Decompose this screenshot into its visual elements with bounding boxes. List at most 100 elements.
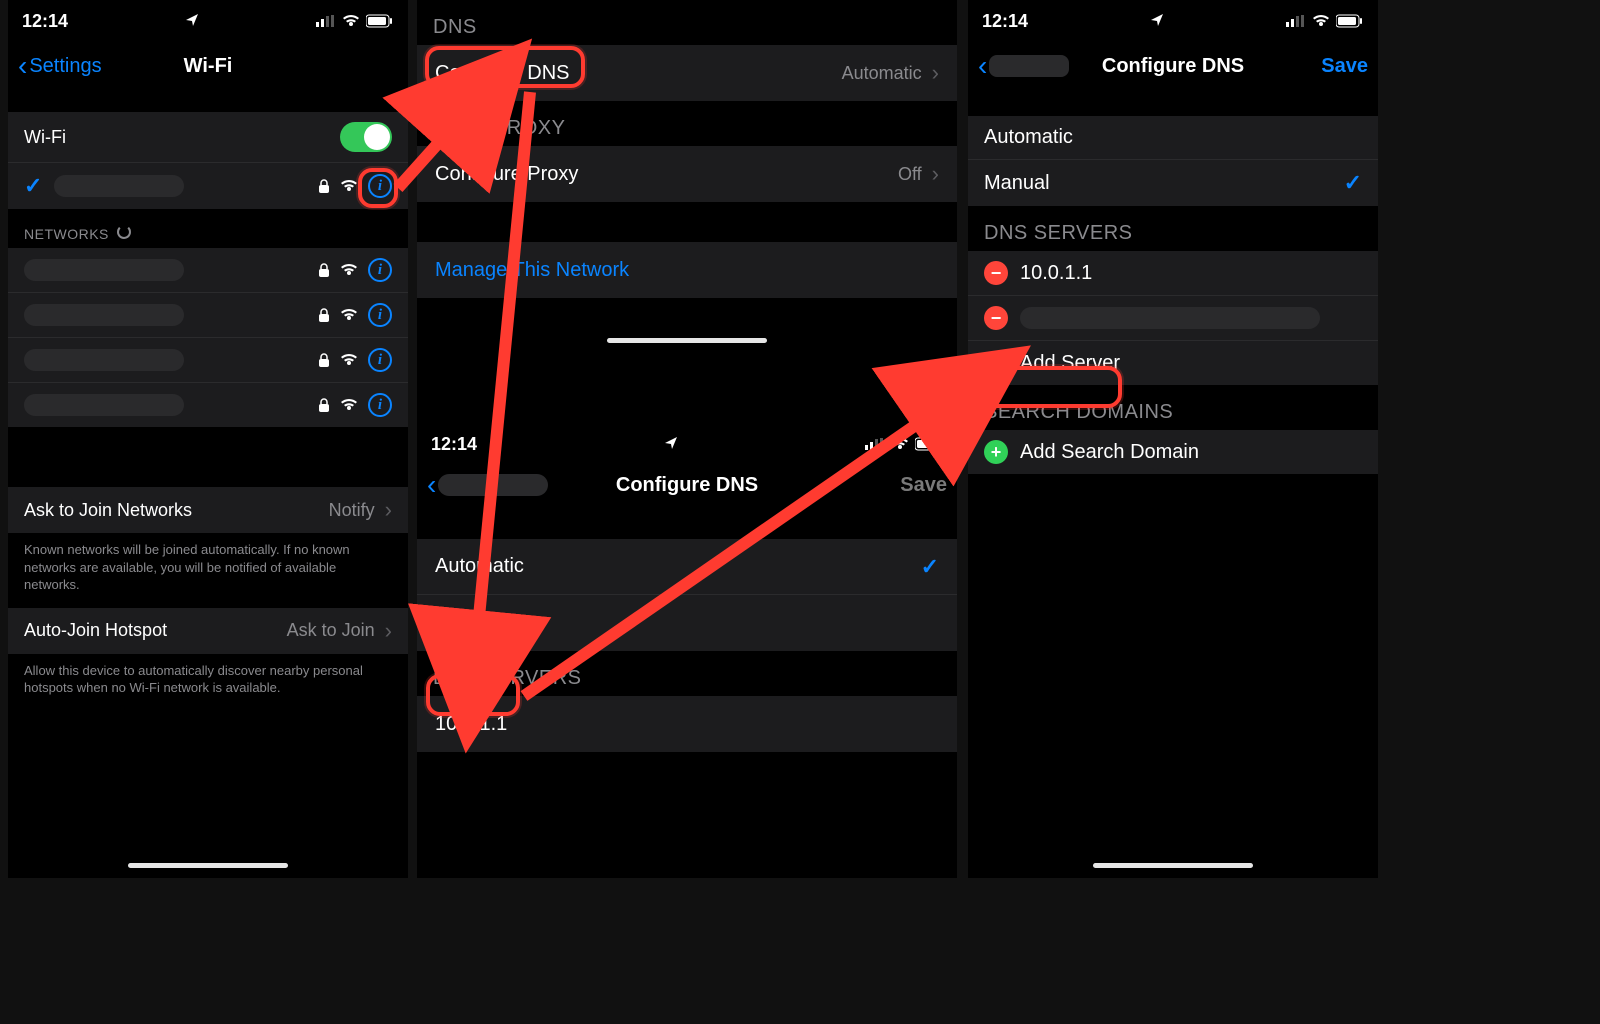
dns-mode-automatic[interactable]: Automatic bbox=[968, 116, 1378, 160]
checkmark-icon: ✓ bbox=[1344, 170, 1362, 196]
configure-proxy-label: Configure Proxy bbox=[435, 163, 578, 186]
ask-to-join-footer: Known networks will be joined automatica… bbox=[8, 533, 408, 608]
status-bar: 12:14 bbox=[417, 419, 957, 461]
network-name bbox=[24, 259, 184, 281]
dns-mode-manual[interactable]: Manual bbox=[417, 595, 957, 651]
network-name bbox=[24, 304, 184, 326]
wifi-icon bbox=[340, 398, 358, 412]
status-time: 12:14 bbox=[982, 11, 1028, 32]
nav-bar: ‹ Settings Wi-Fi bbox=[8, 42, 408, 90]
back-label-redacted bbox=[438, 474, 548, 496]
pane-configure-dns-manual: 12:14 ‹ Configure DNS Save Automatic Man… bbox=[968, 0, 1378, 878]
status-bar: 12:14 bbox=[968, 0, 1378, 42]
dns-server-value: 10.0.1.1 bbox=[1020, 262, 1092, 285]
add-search-domain-label: Add Search Domain bbox=[1020, 441, 1199, 464]
search-domains-header: SEARCH DOMAINS bbox=[968, 385, 1378, 430]
dns-servers-header: DNS SERVERS bbox=[968, 206, 1378, 251]
ask-to-join-row[interactable]: Ask to Join Networks Notify › bbox=[8, 487, 408, 533]
dns-mode-manual[interactable]: Manual ✓ bbox=[968, 160, 1378, 206]
current-network-row[interactable]: ✓ i bbox=[8, 163, 408, 209]
network-row[interactable]: i bbox=[8, 338, 408, 383]
save-button[interactable]: Save bbox=[1321, 55, 1368, 78]
ask-to-join-label: Ask to Join Networks bbox=[24, 500, 192, 521]
back-button[interactable]: ‹ bbox=[978, 52, 1069, 80]
lock-icon bbox=[318, 353, 330, 367]
network-info-button[interactable]: i bbox=[368, 348, 392, 372]
nav-bar: ‹ Configure DNS Save bbox=[968, 42, 1378, 90]
auto-join-hotspot-value: Ask to Join bbox=[287, 620, 375, 641]
home-indicator bbox=[128, 863, 288, 868]
delete-server-button[interactable]: − bbox=[984, 306, 1008, 330]
automatic-label: Automatic bbox=[435, 555, 524, 578]
location-icon bbox=[185, 13, 199, 27]
dns-server-row: 10.0.1.1 bbox=[417, 696, 957, 752]
battery-icon bbox=[1336, 14, 1364, 28]
wifi-icon bbox=[340, 263, 358, 277]
wifi-status-icon bbox=[342, 14, 360, 28]
chevron-left-icon: ‹ bbox=[978, 52, 987, 80]
configure-dns-label: Configure DNS bbox=[435, 62, 570, 85]
automatic-label: Automatic bbox=[984, 126, 1073, 149]
chevron-left-icon: ‹ bbox=[18, 52, 27, 80]
wifi-toggle[interactable] bbox=[340, 122, 392, 152]
auto-join-hotspot-row[interactable]: Auto-Join Hotspot Ask to Join › bbox=[8, 608, 408, 654]
networks-header: NETWORKS bbox=[8, 209, 408, 248]
network-row[interactable]: i bbox=[8, 248, 408, 293]
cellular-icon bbox=[865, 438, 885, 450]
cellular-icon bbox=[1286, 15, 1306, 27]
ask-to-join-value: Notify bbox=[329, 500, 375, 521]
network-name bbox=[24, 394, 184, 416]
lock-icon bbox=[318, 179, 330, 193]
back-to-settings[interactable]: ‹ Settings bbox=[18, 52, 102, 80]
auto-join-hotspot-footer: Allow this device to automatically disco… bbox=[8, 654, 408, 711]
lock-icon bbox=[318, 308, 330, 322]
delete-server-button[interactable]: − bbox=[984, 261, 1008, 285]
add-server-button[interactable]: + bbox=[984, 351, 1008, 375]
dns-servers-header: DNS SERVERS bbox=[417, 651, 957, 696]
network-info-button[interactable]: i bbox=[368, 303, 392, 327]
manual-label: Manual bbox=[984, 172, 1050, 195]
checkmark-icon: ✓ bbox=[24, 173, 42, 199]
proxy-section-header: HTTP PROXY bbox=[417, 101, 957, 146]
manage-network-link[interactable]: Manage This Network bbox=[417, 242, 957, 298]
location-icon bbox=[1150, 13, 1164, 27]
network-info-button[interactable]: i bbox=[368, 174, 392, 198]
manual-label: Manual bbox=[435, 612, 501, 635]
add-server-label: Add Server bbox=[1020, 352, 1120, 375]
network-info-button[interactable]: i bbox=[368, 393, 392, 417]
back-label: Settings bbox=[29, 55, 101, 78]
lock-icon bbox=[318, 398, 330, 412]
save-button[interactable]: Save bbox=[900, 474, 947, 497]
dns-server-row[interactable]: − bbox=[968, 296, 1378, 341]
wifi-icon bbox=[340, 179, 358, 193]
network-row[interactable]: i bbox=[8, 293, 408, 338]
manage-network-label: Manage This Network bbox=[435, 259, 629, 282]
network-row[interactable]: i bbox=[8, 383, 408, 427]
wifi-toggle-row[interactable]: Wi-Fi bbox=[8, 112, 408, 163]
network-name bbox=[24, 349, 184, 371]
back-button[interactable]: ‹ bbox=[427, 471, 548, 499]
chevron-right-icon: › bbox=[385, 618, 392, 644]
current-network-name bbox=[54, 175, 184, 197]
network-info-button[interactable]: i bbox=[368, 258, 392, 282]
chevron-right-icon: › bbox=[932, 60, 939, 86]
add-search-domain-button[interactable]: + bbox=[984, 440, 1008, 464]
wifi-status-icon bbox=[891, 437, 909, 451]
chevron-right-icon: › bbox=[932, 161, 939, 187]
pane-wifi-settings: 12:14 ‹ Settings Wi-Fi Wi-Fi ✓ bbox=[8, 0, 408, 878]
spinner-icon bbox=[117, 225, 131, 239]
configure-proxy-row[interactable]: Configure Proxy Off › bbox=[417, 146, 957, 202]
dns-server-redacted bbox=[1020, 307, 1320, 329]
checkmark-icon: ✓ bbox=[921, 554, 939, 580]
wifi-label: Wi-Fi bbox=[24, 127, 66, 148]
back-label-redacted bbox=[989, 55, 1069, 77]
configure-dns-row[interactable]: Configure DNS Automatic › bbox=[417, 45, 957, 101]
chevron-right-icon: › bbox=[385, 497, 392, 523]
cellular-icon bbox=[316, 15, 336, 27]
configure-dns-value: Automatic bbox=[842, 63, 922, 84]
add-search-domain-row[interactable]: + Add Search Domain bbox=[968, 430, 1378, 474]
dns-server-row[interactable]: − 10.0.1.1 bbox=[968, 251, 1378, 296]
dns-server-value: 10.0.1.1 bbox=[435, 713, 507, 736]
dns-mode-automatic[interactable]: Automatic ✓ bbox=[417, 539, 957, 595]
add-server-row[interactable]: + Add Server bbox=[968, 341, 1378, 385]
